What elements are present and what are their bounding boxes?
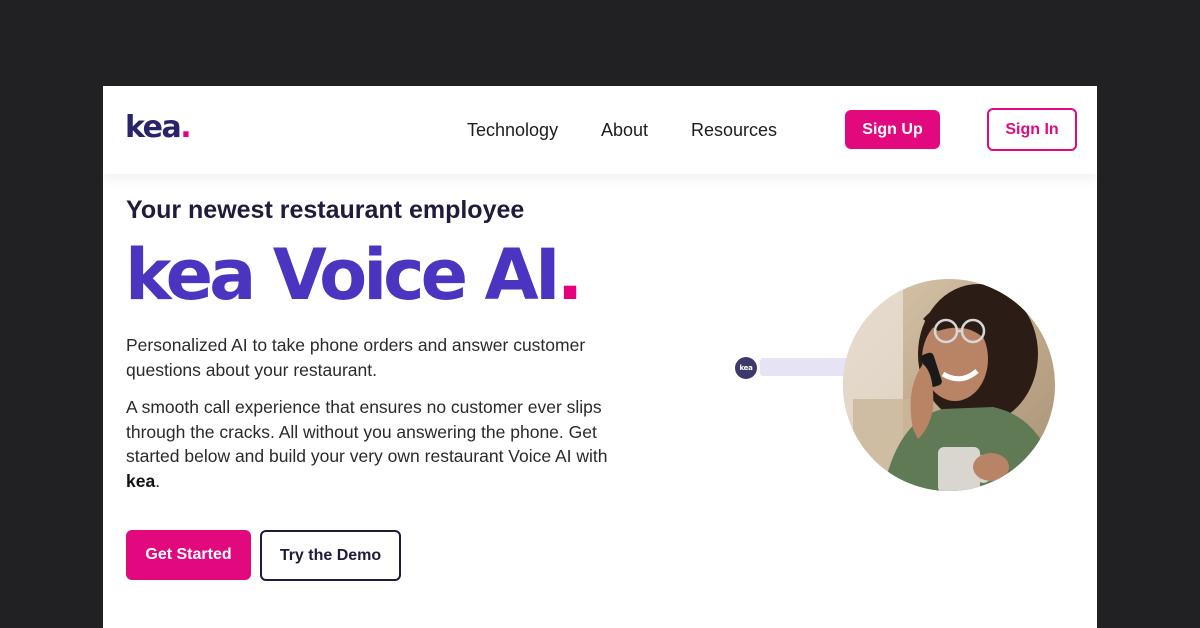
hero-subtitle: Your newest restaurant employee (126, 196, 525, 224)
sign-in-button[interactable]: Sign In (987, 108, 1077, 151)
hero-title-dot: . (556, 234, 584, 316)
nav-link-about[interactable]: About (601, 120, 648, 141)
logo-dot: . (180, 110, 191, 145)
nav-link-technology[interactable]: Technology (467, 120, 558, 141)
hero-title-text: kea Voice AI (125, 234, 561, 316)
browser-window: kea. Technology About Resources Sign Up … (103, 86, 1097, 628)
hero-description-2-text: A smooth call experience that ensures no… (126, 397, 608, 466)
logo-text: kea (125, 110, 182, 145)
hero-title: kea Voice AI. (125, 234, 584, 316)
hero-description-2: A smooth call experience that ensures no… (126, 395, 626, 493)
kea-logo[interactable]: kea. (125, 110, 192, 145)
nav-link-resources[interactable]: Resources (691, 120, 777, 141)
woman-on-phone-photo (843, 279, 1055, 491)
hero-description-2-end: . (155, 470, 161, 491)
top-navbar: kea. Technology About Resources Sign Up … (103, 86, 1097, 174)
hero-description-2-brand: kea (126, 470, 156, 491)
sign-up-button[interactable]: Sign Up (845, 110, 940, 149)
hero-description-1: Personalized AI to take phone orders and… (126, 335, 586, 380)
get-started-button[interactable]: Get Started (126, 530, 251, 580)
try-demo-button[interactable]: Try the Demo (260, 530, 401, 581)
chat-avatar-icon: kea (735, 357, 757, 379)
